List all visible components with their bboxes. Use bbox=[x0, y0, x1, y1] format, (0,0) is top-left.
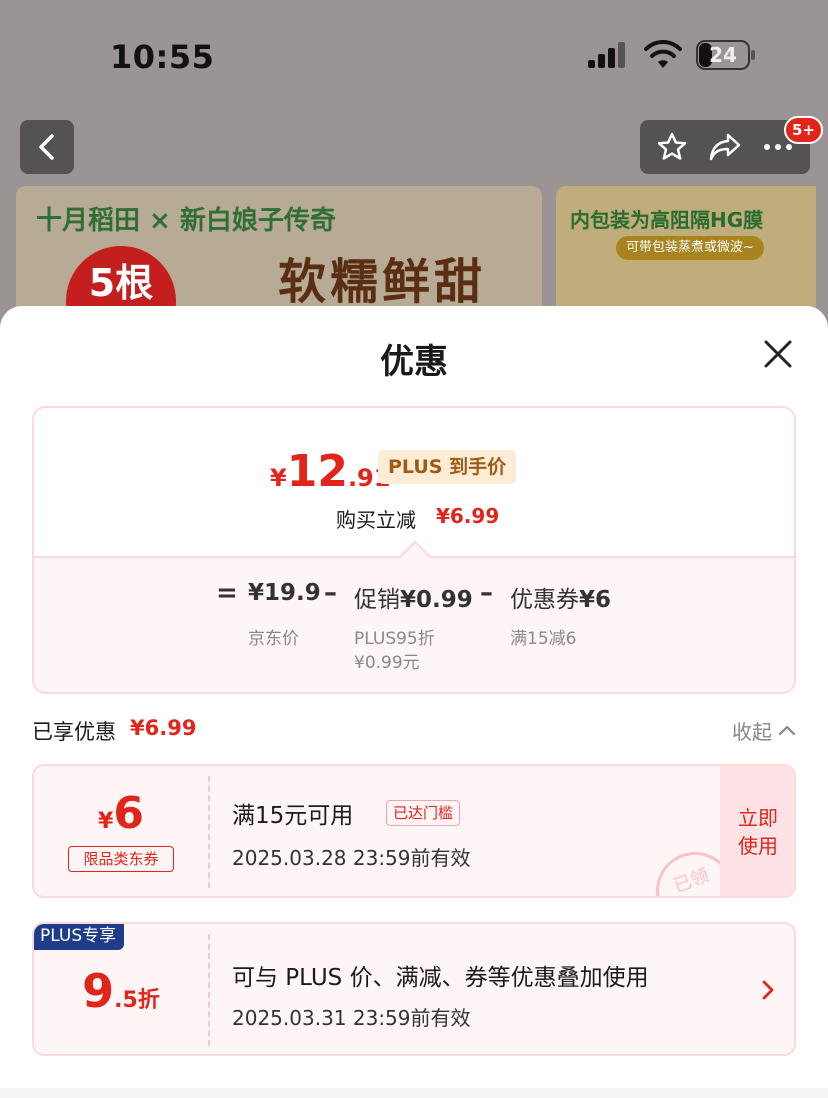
final-price-currency: ¥ bbox=[270, 464, 287, 492]
price-summary-card: ¥12.91 PLUS 到手价 购买立减 ¥6.99 = ¥19.9 – 促销¥… bbox=[32, 406, 796, 694]
jd-price-value: ¥19.9 bbox=[248, 580, 321, 606]
favorite-button[interactable] bbox=[654, 129, 690, 165]
breakdown-equation: = ¥19.9 – 促销¥0.99 – 优惠券¥6 bbox=[34, 578, 794, 618]
instant-discount-label: 购买立减 bbox=[336, 508, 416, 532]
final-price-section: ¥12.91 PLUS 到手价 购买立减 ¥6.99 bbox=[34, 408, 794, 556]
sheet-title: 优惠 bbox=[380, 342, 448, 382]
plus-discount-description: 可与 PLUS 价、满减、券等优惠叠加使用 bbox=[232, 965, 649, 991]
notification-badge: 5+ bbox=[784, 116, 824, 144]
final-price-integer: 12 bbox=[286, 446, 348, 497]
coupon-amount: ¥6 bbox=[34, 788, 208, 839]
coupon-validity: 2025.03.28 23:59前有效 bbox=[232, 846, 471, 870]
more-dots-icon bbox=[763, 144, 792, 150]
coupon-card[interactable]: ¥6 限品类东券 满15元可用 已达门槛 2025.03.28 23:59前有效… bbox=[32, 764, 796, 898]
plus-discount-amount: 9.5折 bbox=[34, 964, 208, 1018]
instant-discount-value: ¥6.99 bbox=[436, 504, 500, 528]
status-bar: 10:55 24 bbox=[0, 0, 828, 110]
promo-desc-line1: PLUS95折 bbox=[354, 629, 435, 649]
coupon-divider bbox=[208, 776, 210, 888]
use-now-label: 立即 使用 bbox=[738, 804, 778, 860]
minus-sign: – bbox=[480, 578, 493, 608]
battery-percent: 24 bbox=[709, 43, 737, 67]
plus-discount-rest: .5折 bbox=[114, 988, 160, 1013]
product-page-background: 10:55 24 5+ 十月稻田 × 新白娘子传奇 5根 软糯鲜甜 内包装为高阻… bbox=[0, 0, 828, 346]
coupon-desc: 满15减6 bbox=[510, 629, 577, 649]
chevron-right-icon[interactable] bbox=[756, 976, 780, 1004]
price-breakdown: = ¥19.9 – 促销¥0.99 – 优惠券¥6 京东价 PLUS95折 ¥0… bbox=[34, 556, 794, 692]
bottom-strip bbox=[0, 1088, 828, 1098]
plus-exclusive-badge: PLUS专享 bbox=[34, 924, 125, 950]
coupon-condition: 满15元可用 bbox=[232, 803, 354, 829]
side-image-title: 内包装为高阻隔HG膜 bbox=[570, 208, 764, 232]
plus-price-tag: PLUS 到手价 bbox=[378, 450, 517, 484]
plus-discount-validity: 2025.03.31 23:59前有效 bbox=[232, 1006, 471, 1030]
coupon-amount-value: 6 bbox=[113, 788, 144, 839]
promo-value: 促销¥0.99 bbox=[354, 587, 473, 613]
wifi-icon bbox=[644, 40, 682, 68]
coupon-value: 优惠券¥6 bbox=[510, 587, 612, 613]
close-icon[interactable] bbox=[760, 336, 796, 372]
use-now-line2: 使用 bbox=[738, 834, 778, 858]
cellular-signal-icon bbox=[588, 42, 625, 68]
final-price: ¥12.91 bbox=[270, 446, 390, 497]
chevron-up-icon bbox=[778, 725, 796, 736]
use-now-line1: 立即 bbox=[738, 806, 778, 830]
coupon-divider bbox=[208, 934, 210, 1046]
enjoyed-value: ¥6.99 bbox=[130, 716, 197, 740]
discount-sheet: 优惠 ¥12.91 PLUS 到手价 购买立减 ¥6.99 = ¥19.9 – … bbox=[0, 306, 828, 1098]
equals-sign: = bbox=[216, 578, 238, 608]
status-time: 10:55 bbox=[110, 38, 215, 76]
threshold-reached-tag: 已达门槛 bbox=[386, 800, 461, 826]
collapse-label: 收起 bbox=[732, 719, 772, 744]
use-now-button[interactable]: 立即 使用 bbox=[720, 766, 794, 896]
plus-discount-int: 9 bbox=[82, 964, 115, 1018]
enjoyed-label: 已享优惠 bbox=[32, 720, 116, 744]
star-icon bbox=[658, 132, 687, 160]
collapse-button[interactable]: 收起 bbox=[732, 714, 796, 746]
share-icon bbox=[709, 133, 741, 161]
coupon-currency: ¥ bbox=[98, 809, 114, 834]
coupon-type-tag: 限品类东券 bbox=[68, 846, 174, 872]
minus-sign: – bbox=[324, 578, 337, 608]
promo-desc-line2: ¥0.99元 bbox=[354, 653, 420, 673]
jd-price-label: 京东价 bbox=[248, 629, 299, 649]
side-image-subtitle: 可带包装蒸煮或微波~ bbox=[616, 236, 764, 260]
chevron-left-icon bbox=[39, 134, 54, 160]
banner-brand: 十月稻田 × 新白娘子传奇 bbox=[36, 206, 336, 236]
back-button[interactable] bbox=[20, 120, 74, 174]
enjoyed-discount-row: 已享优惠 ¥6.99 收起 bbox=[32, 714, 796, 746]
plus-discount-card[interactable]: PLUS专享 9.5折 可与 PLUS 价、满减、券等优惠叠加使用 2025.0… bbox=[32, 922, 796, 1056]
banner-headline: 软糯鲜甜 bbox=[278, 254, 487, 310]
share-button[interactable] bbox=[707, 129, 743, 165]
